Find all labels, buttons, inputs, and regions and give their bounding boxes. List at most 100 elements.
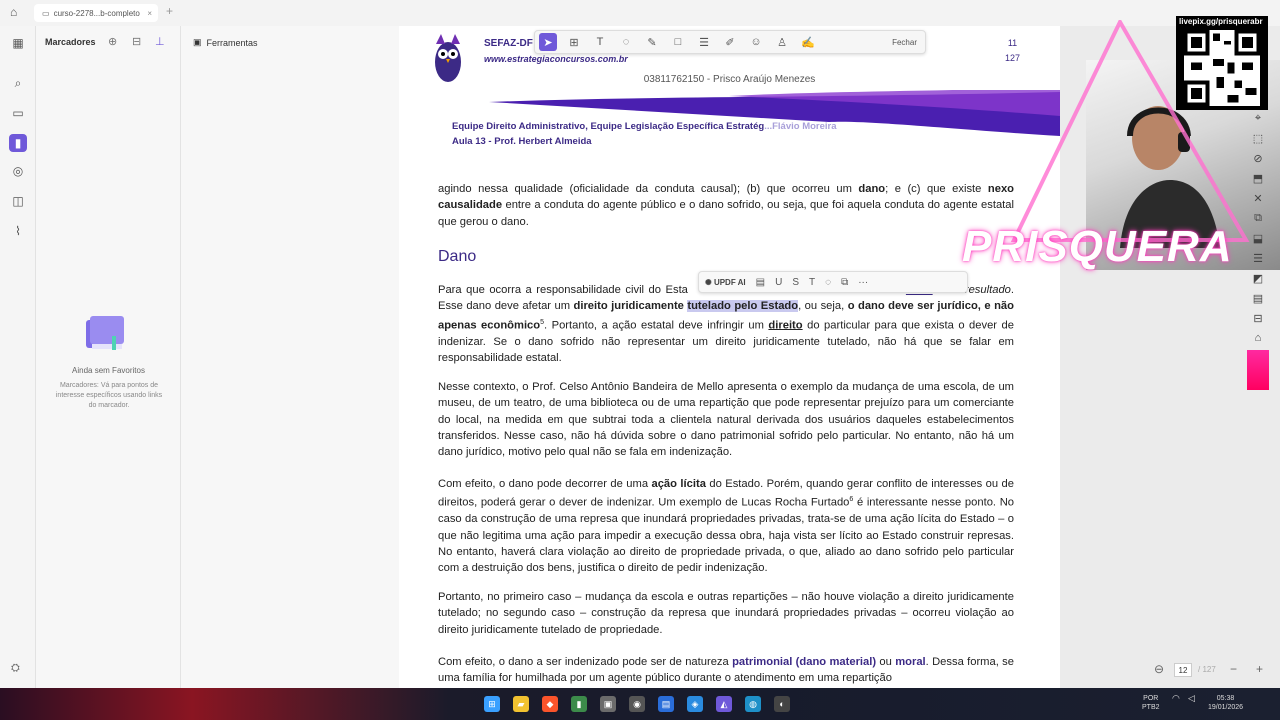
empty-bookmarks-illustration xyxy=(86,316,124,350)
tab-close-icon[interactable]: × xyxy=(147,9,152,18)
right-tool-icon-10[interactable]: ▤ xyxy=(1248,288,1268,308)
tools-button[interactable]: ▣ Ferramentas xyxy=(193,37,258,48)
tab-document-icon: ▭ xyxy=(42,8,50,18)
p1-bold-direito-2: direito xyxy=(768,319,803,332)
pin-icon[interactable]: ⊥ xyxy=(155,35,165,48)
updf-ai-button[interactable]: ✺ UPDF AI xyxy=(705,278,746,287)
qr-code-icon xyxy=(1184,30,1260,106)
lang-top: POR xyxy=(1143,695,1159,702)
p1-text-h: , ou seja, xyxy=(798,300,848,313)
brave-icon[interactable]: ◆ xyxy=(542,696,558,712)
attachment-icon[interactable]: ⌇ xyxy=(9,222,27,240)
comment-icon[interactable]: ◌ xyxy=(825,277,831,288)
text-tool-icon[interactable]: T xyxy=(591,33,609,51)
layers-icon[interactable]: ◫ xyxy=(9,192,27,210)
paragraph-4: Portanto, no primeiro caso – mudança da … xyxy=(438,591,1014,636)
right-tool-icon-11[interactable]: ⊟ xyxy=(1248,308,1268,328)
right-tool-icon-9[interactable]: ◩ xyxy=(1248,268,1268,288)
right-toolbar: ⌖⬚⊘⬒✕⧉⬓☰◩▤⊟⌂■ xyxy=(1248,108,1268,390)
p5-text-c: ou xyxy=(876,656,896,668)
lang-bottom: PTB2 xyxy=(1142,704,1160,711)
highlight-icon[interactable]: ▤ xyxy=(756,277,765,288)
tools-label: Ferramentas xyxy=(206,37,258,48)
stamp-tool-icon[interactable]: ♙ xyxy=(773,33,791,51)
comment-icon[interactable]: ◎ xyxy=(9,162,27,180)
paragraph-2: Nesse contexto, o Prof. Celso Antônio Ba… xyxy=(438,381,1014,459)
p0-bold-causalidade: causalidade xyxy=(438,199,503,212)
text-icon[interactable]: T xyxy=(809,277,815,288)
team-line-2: Aula 13 - Prof. Herbert Almeida xyxy=(452,136,592,147)
rect-tool-icon[interactable]: □ xyxy=(669,33,687,51)
app-icon-3[interactable]: ▤ xyxy=(658,696,674,712)
p3-bold-acao-licita: ação lícita xyxy=(651,478,706,490)
right-tool-icon-6[interactable]: ⧉ xyxy=(1248,208,1268,228)
wifi-icon[interactable]: ◠ xyxy=(1172,694,1180,703)
list-tool-icon[interactable]: ☰ xyxy=(695,33,713,51)
clock[interactable]: 05:38 19/01/2026 xyxy=(1208,694,1243,712)
strikethrough-icon[interactable]: S xyxy=(792,277,799,288)
page-icon[interactable]: ▭ xyxy=(9,104,27,122)
clock-time: 05:38 xyxy=(1216,695,1235,702)
right-tool-icon-4[interactable]: ⬒ xyxy=(1248,168,1268,188)
paragraph-5: Com efeito, o dano a ser indenizado pode… xyxy=(438,654,1014,687)
windows-start-icon[interactable]: ⊞ xyxy=(484,696,500,712)
right-tool-icon-7[interactable]: ⬓ xyxy=(1248,228,1268,248)
more-icon[interactable]: ··· xyxy=(858,277,868,288)
thumbnails-icon[interactable]: ▦ xyxy=(9,34,27,52)
right-tool-icon-8[interactable]: ☰ xyxy=(1248,248,1268,268)
p1-selected-text[interactable]: tutelado pelo Estado xyxy=(687,300,799,313)
color-swatch[interactable] xyxy=(1247,350,1269,390)
page-total: / 127 xyxy=(1198,665,1216,674)
paragraph-1: Para que ocorra a responsabilidade civil… xyxy=(438,282,1014,366)
search-icon[interactable]: ⌕ xyxy=(9,74,27,92)
chrome-icon[interactable]: ◉ xyxy=(629,696,645,712)
site-url: www.estrategiaconcursos.com.br xyxy=(484,54,628,64)
app-icon-5[interactable]: ◐ xyxy=(774,696,790,712)
livepix-qr: livepix.gg/prisquerabr xyxy=(1176,16,1268,110)
app-icon-1[interactable]: ▮ xyxy=(571,696,587,712)
page-number-input[interactable]: 12 xyxy=(1174,663,1192,677)
watermark-line: 03811762150 - Prisco Araújo Menezes xyxy=(643,74,816,85)
zoom-out-button[interactable]: − xyxy=(1230,662,1237,676)
prev-page-icon[interactable]: ⊖ xyxy=(1154,662,1164,676)
taskbar-apps: ⊞ ▰ ◆ ▮ ▣ ◉ ▤ ◈ ◭ ◍ ◐ xyxy=(484,696,790,712)
right-tool-icon-3[interactable]: ⊘ xyxy=(1248,148,1268,168)
pen-tool-icon[interactable]: ✎ xyxy=(643,33,661,51)
livepix-url: livepix.gg/prisquerabr xyxy=(1179,17,1263,26)
settings-icon[interactable]: ⛭ xyxy=(11,662,20,675)
right-tool-icon-2[interactable]: ⬚ xyxy=(1248,128,1268,148)
bookmark-outline-icon[interactable]: ⊟ xyxy=(132,35,141,48)
signature-tool-icon[interactable]: ✍ xyxy=(799,33,817,51)
edge-icon[interactable]: ◍ xyxy=(745,696,761,712)
language-indicator[interactable]: POR PTB2 xyxy=(1142,694,1160,712)
underline-icon[interactable]: U xyxy=(775,277,782,288)
frame-tool-icon[interactable]: ⊞ xyxy=(565,33,583,51)
document-page[interactable]: SEFAZ-DF www.estrategiaconcursos.com.br … xyxy=(399,26,1060,688)
home-icon[interactable]: ⌂ xyxy=(10,5,17,19)
copy-icon[interactable]: ⧉ xyxy=(841,277,848,288)
right-tool-icon-1[interactable]: ⌖ xyxy=(1248,108,1268,128)
new-tab-button[interactable]: + xyxy=(166,4,173,18)
bookmark-icon[interactable]: ▮ xyxy=(9,134,27,152)
add-bookmark-icon[interactable]: ⊕ xyxy=(108,35,117,48)
comment-tool-icon[interactable]: ◌ xyxy=(617,33,635,51)
close-toolbar-button[interactable]: Fechar xyxy=(892,38,917,47)
app-icon-4[interactable]: ◈ xyxy=(687,696,703,712)
p1-text-k: . Portanto, a ação estatal deve infringi… xyxy=(544,319,769,332)
file-explorer-icon[interactable]: ▰ xyxy=(513,696,529,712)
updf-icon[interactable]: ◭ xyxy=(716,696,732,712)
select-tool-icon[interactable]: ➤ xyxy=(539,33,557,51)
bookmarks-panel: Marcadores ⊕ ⊟ ⊥ Ainda sem Favoritos Mar… xyxy=(36,26,251,688)
right-tool-icon-5[interactable]: ✕ xyxy=(1248,188,1268,208)
tools-icon: ▣ xyxy=(193,37,202,47)
zoom-in-button[interactable]: + xyxy=(1256,662,1263,676)
document-tab[interactable]: ▭ curso-2278...b-completo × xyxy=(34,4,158,22)
p5-patrimonial: patrimonial (dano material) xyxy=(732,656,877,668)
p0-bold-dano: dano xyxy=(858,183,886,195)
course-name: SEFAZ-DF xyxy=(484,38,533,49)
right-tool-icon-12[interactable]: ⌂ xyxy=(1248,328,1268,348)
sticker-tool-icon[interactable]: ☺ xyxy=(747,33,765,51)
volume-icon[interactable]: ◁ xyxy=(1188,694,1195,703)
pencil-tool-icon[interactable]: ✐ xyxy=(721,33,739,51)
app-icon-2[interactable]: ▣ xyxy=(600,696,616,712)
